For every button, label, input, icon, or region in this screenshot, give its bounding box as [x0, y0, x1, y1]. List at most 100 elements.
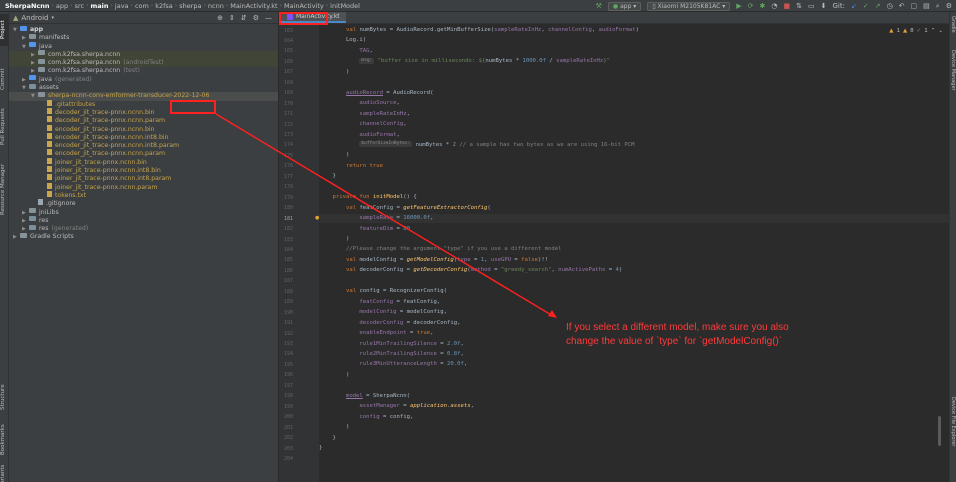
apply-changes-icon[interactable]: ⟳	[748, 2, 754, 10]
avd-icon[interactable]: ▭	[808, 2, 815, 10]
sync-icon[interactable]: ⇅	[796, 2, 802, 10]
tree-item[interactable]: ▶ java (generated)	[9, 75, 278, 84]
breadcrumb-item[interactable]: MainActivity	[282, 2, 326, 10]
tool-tab-commit[interactable]: Commit	[0, 64, 9, 94]
tool-tab-device-file-explorer[interactable]: Device File Explorer	[949, 397, 956, 477]
tool-tab-project[interactable]: Project	[0, 14, 9, 46]
collapse-icon[interactable]: ⇕	[229, 14, 235, 22]
editor-scrollbar[interactable]	[938, 416, 941, 446]
tool-tab-structure[interactable]: Structure	[0, 380, 9, 414]
chevron-down-icon[interactable]: ▼	[13, 26, 20, 34]
breadcrumb-item[interactable]: app	[54, 2, 70, 10]
chevron-right-icon[interactable]: ▶	[22, 76, 29, 84]
search-icon[interactable]: ⌕	[936, 2, 940, 11]
breadcrumb-item[interactable]: k2fsa	[153, 2, 175, 10]
breadcrumb-item[interactable]: initModel	[328, 2, 362, 10]
hammer-icon[interactable]: ⚒	[596, 2, 602, 10]
run-icon[interactable]: ▶	[736, 2, 741, 10]
tree-item[interactable]: ▶ manifests	[9, 33, 278, 42]
breadcrumb-item[interactable]: src	[73, 2, 87, 10]
tool-tab-gradle[interactable]: Gradle	[949, 16, 956, 44]
code-token: numActivePaths	[558, 267, 606, 274]
git-commit-icon[interactable]: ✓	[863, 2, 869, 10]
target-icon[interactable]: ⊕	[217, 14, 223, 22]
git-push-icon[interactable]: ↗	[875, 2, 881, 10]
line-number: 201	[283, 424, 293, 431]
tool-tab-build-variants[interactable]: Variants	[0, 464, 9, 482]
code-token: config = RecognizerConfig(	[359, 288, 447, 295]
tool-tab-pull-requests[interactable]: Pull Requests	[0, 104, 9, 150]
breadcrumb-item[interactable]: SherpaNcnn	[3, 2, 52, 10]
chevron-right-icon[interactable]: ▶	[31, 51, 38, 59]
tree-item[interactable]: ▼ assets	[9, 83, 278, 92]
breadcrumb: SherpaNcnn › app › src › main › java › com › k2fsa › s…	[0, 2, 362, 10]
git-update-icon[interactable]: ↙	[851, 2, 857, 10]
chevron-down-icon[interactable]: ▼	[31, 92, 38, 100]
tree-item[interactable]: ▶ res	[9, 216, 278, 225]
code-line: private fun initModel() {	[319, 193, 949, 202]
project-view-select[interactable]: Android	[21, 14, 48, 22]
package-icon	[38, 58, 45, 64]
stop-icon[interactable]: ■	[783, 2, 790, 10]
tool-tab-device-manager[interactable]: Device Manager	[949, 50, 956, 112]
code-token: "greedy_search"	[500, 267, 552, 274]
tree-item[interactable]: ▶ jniLibs	[9, 208, 278, 217]
code-line: rule2MinTrailingSilence = 0.8f,	[319, 350, 949, 359]
line-number: 202	[283, 435, 293, 442]
rollback-icon[interactable]: ↶	[899, 2, 905, 10]
debug-icon[interactable]: ✱	[759, 2, 765, 10]
chevron-right-icon[interactable]: ▶	[22, 209, 29, 217]
tree-item[interactable]: .gitignore	[9, 199, 278, 208]
history-icon[interactable]: ◷	[887, 2, 893, 10]
warning-count: 1	[896, 28, 900, 34]
tool-tab-bookmarks[interactable]: Bookmarks	[0, 422, 9, 458]
gear-icon[interactable]: ⚙	[253, 14, 259, 22]
tree-item[interactable]: ▶ com.k2fsa.sherpa.ncnn (androidTest)	[9, 58, 278, 68]
code-token: type	[457, 256, 471, 263]
line-number: 192	[283, 330, 293, 337]
code-line: Log.i(	[319, 36, 949, 45]
line-number: 166	[283, 58, 293, 65]
breadcrumb-item[interactable]: com	[133, 2, 151, 10]
chevron-right-icon[interactable]: ▶	[22, 34, 29, 42]
emulator-icon[interactable]: ▤	[923, 2, 930, 10]
tree-item[interactable]: ▶ com.k2fsa.sherpa.ncnn (test)	[9, 66, 278, 75]
expand-icon[interactable]: ⇵	[241, 14, 247, 22]
chevron-down-icon[interactable]: ⌄	[938, 28, 943, 34]
line-number: 193	[283, 341, 293, 347]
inspection-widget[interactable]: ▲ 1 ▲ 8 ✓ 1 ⌃ ⌄	[889, 28, 943, 34]
code-token: }	[319, 434, 336, 441]
code-area[interactable]: val numBytes = AudioRecord.getMinBufferS…	[319, 24, 949, 482]
chevron-down-icon[interactable]: ▼	[22, 84, 29, 92]
resource-folder-icon	[29, 83, 36, 89]
chevron-right-icon[interactable]: ▶	[13, 233, 20, 241]
tree-item[interactable]: ▶ res (generated)	[9, 224, 278, 233]
layout-inspector-icon[interactable]: ▢	[911, 2, 918, 10]
tree-item[interactable]: ▶ Gradle Scripts	[9, 232, 278, 241]
breadcrumb-item[interactable]: MainActivity.kt	[228, 2, 279, 10]
chevron-right-icon[interactable]: ▶	[22, 217, 29, 225]
chevron-right-icon[interactable]: ▶	[31, 59, 38, 67]
breadcrumb-item[interactable]: main	[88, 2, 110, 10]
sdk-icon[interactable]: ⬇	[821, 2, 827, 10]
device-select[interactable]: ▯ Xiaomi M2105K81AC ▾	[647, 1, 731, 11]
breadcrumb-item[interactable]: ncnn	[206, 2, 226, 10]
chevron-up-icon[interactable]: ⌃	[931, 28, 936, 34]
code-token: sampleRate	[359, 215, 394, 222]
tree-item[interactable]: ▼ app	[9, 25, 278, 34]
settings-icon[interactable]: ⚙	[946, 2, 952, 10]
tree-item[interactable]: ▼ java	[9, 42, 278, 51]
code-token: )	[635, 27, 640, 33]
breadcrumb-item[interactable]: java	[113, 2, 131, 10]
run-config-select[interactable]: ● app ▾	[607, 1, 642, 11]
breadcrumb-item[interactable]: sherpa	[177, 2, 203, 10]
tree-item[interactable]: ▶ com.k2fsa.sherpa.ncnn	[9, 50, 278, 60]
tree-item[interactable]: tokens.txt	[9, 190, 278, 200]
chevron-down-icon[interactable]: ▼	[22, 43, 29, 51]
chevron-down-icon[interactable]: ▾	[51, 15, 54, 21]
hide-icon[interactable]: —	[265, 14, 272, 22]
code-line: //Please change the argument "type" if y…	[319, 245, 949, 254]
tool-tab-resource-manager[interactable]: Resource Manager	[0, 160, 9, 218]
profile-icon[interactable]: ◔	[771, 2, 777, 10]
